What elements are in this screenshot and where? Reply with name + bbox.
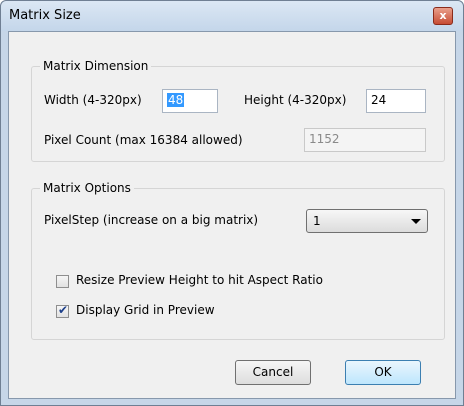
dialog-body: Matrix Dimension Width (4-320px) 48 Heig… [8,31,456,399]
resize-preview-checkbox[interactable] [56,275,69,288]
height-input[interactable]: 24 [366,89,426,113]
pixel-count-label: Pixel Count (max 16384 allowed) [44,133,243,147]
display-grid-label[interactable]: Display Grid in Preview [76,303,215,317]
cancel-button[interactable]: Cancel [235,360,311,385]
width-value: 48 [167,93,185,107]
matrix-dimension-legend: Matrix Dimension [40,59,152,73]
checkmark-icon: ✔ [58,303,69,317]
ok-button[interactable]: OK [345,360,421,385]
chevron-down-icon [411,219,421,224]
matrix-options-legend: Matrix Options [40,181,134,195]
matrix-dimension-group: Matrix Dimension Width (4-320px) 48 Heig… [31,59,445,162]
pixel-count-value: 1152 [309,132,340,146]
close-button[interactable]: x [433,7,453,25]
display-grid-checkbox[interactable]: ✔ [56,303,69,318]
width-label: Width (4-320px) [44,93,142,107]
title-bar: Matrix Size x [1,1,463,31]
resize-preview-label[interactable]: Resize Preview Height to hit Aspect Rati… [76,273,323,287]
pixel-count-field: 1152 [304,128,426,152]
matrix-options-group: Matrix Options PixelStep (increase on a … [31,181,445,340]
window-title: Matrix Size [9,8,81,23]
close-icon: x [439,9,447,22]
dialog-window: Matrix Size x Matrix Dimension Width (4-… [0,0,464,406]
width-input[interactable]: 48 [162,89,218,113]
pixelstep-value: 1 [313,214,321,228]
height-value: 24 [371,93,387,107]
pixelstep-label: PixelStep (increase on a big matrix) [44,213,259,227]
height-label: Height (4-320px) [244,93,347,107]
pixelstep-select[interactable]: 1 [306,209,428,233]
